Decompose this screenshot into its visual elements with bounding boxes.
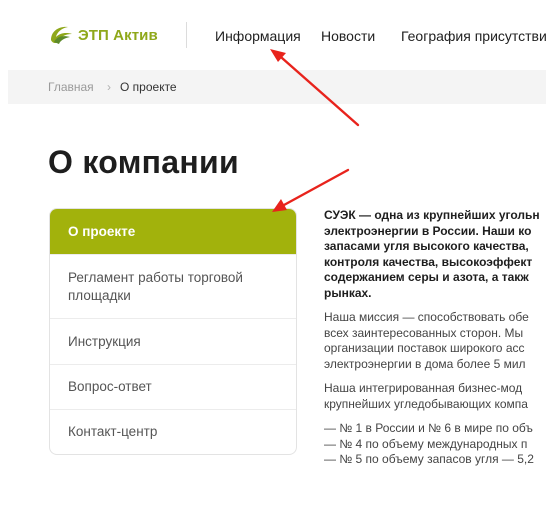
intro-paragraph: СУЭК — одна из крупнейших угольн электро… — [324, 208, 546, 301]
sidebar-item-label: О проекте — [68, 223, 136, 239]
mission-paragraph: Наша миссия — способствовать обе всех за… — [324, 310, 546, 372]
sidebar-item-contact-center[interactable]: Контакт-центр — [50, 409, 296, 454]
fact-item: — № 4 по объему международных п — [324, 436, 528, 451]
text-line: Наша интегрированная бизнес-мод — [324, 381, 523, 395]
text-line: рынках. — [324, 285, 372, 300]
sidebar-item-label: Регламент работы торговой площадки — [68, 269, 243, 303]
nav-item-information[interactable]: Информация — [215, 28, 301, 44]
logo[interactable]: ЭТП Актив — [48, 24, 158, 46]
breadcrumb-separator: › — [107, 80, 111, 94]
text-line: электроэнергии в дома более 5 мил — [324, 356, 526, 371]
sidebar-item-about-project[interactable]: О проекте — [50, 209, 296, 254]
sidebar-item-label: Инструкция — [68, 333, 141, 349]
business-model-paragraph: Наша интегрированная бизнес-мод крупнейш… — [324, 381, 546, 412]
breadcrumb-home-link[interactable]: Главная — [48, 80, 94, 94]
text-line: крупнейших угледобывающих компа — [324, 396, 528, 411]
text-line: содержанием серы и азота, а такж — [324, 270, 529, 284]
sidebar-item-regulations[interactable]: Регламент работы торговой площадки — [50, 254, 296, 318]
sidebar-item-faq[interactable]: Вопрос-ответ — [50, 364, 296, 409]
sidebar-menu: О проекте Регламент работы торговой площ… — [49, 208, 297, 455]
breadcrumb: Главная › О проекте — [8, 70, 546, 104]
site-header: ЭТП Актив Информация Новости География п… — [0, 0, 546, 70]
nav-item-geography[interactable]: География присутствия — [401, 28, 546, 44]
text-line: контроля качества, высокоэффект — [324, 254, 533, 269]
text-line: организации поставок широкого асс — [324, 341, 525, 355]
text-line: электроэнергии в России. Наши ко — [324, 223, 532, 238]
sidebar-item-label: Вопрос-ответ — [68, 379, 152, 394]
text-line: всех заинтересованных сторон. Мы — [324, 325, 524, 340]
breadcrumb-current: О проекте — [120, 80, 177, 94]
logo-swoosh-icon — [51, 26, 72, 44]
main-content: СУЭК — одна из крупнейших угольн электро… — [324, 208, 546, 477]
sidebar-item-label: Контакт-центр — [68, 424, 158, 439]
text-line: Наша миссия — способствовать обе — [324, 310, 529, 324]
text-line: СУЭК — одна из крупнейших угольн — [324, 208, 540, 222]
fact-item: — № 1 в России и № 6 в мире по объ — [324, 421, 533, 435]
page-title: О компании — [48, 144, 239, 180]
sidebar-item-instructions[interactable]: Инструкция — [50, 318, 296, 364]
fact-item: — № 5 по объему запасов угля — 5,2 — [324, 452, 534, 466]
text-line: запасами угля высокого качества, — [324, 239, 529, 253]
logo-text: ЭТП Актив — [78, 26, 158, 44]
facts-list: — № 1 в России и № 6 в мире по объ — № 4… — [324, 421, 546, 468]
header-divider — [186, 22, 187, 48]
annotation-arrow-sidebar — [272, 168, 350, 212]
nav-item-news[interactable]: Новости — [321, 28, 375, 44]
